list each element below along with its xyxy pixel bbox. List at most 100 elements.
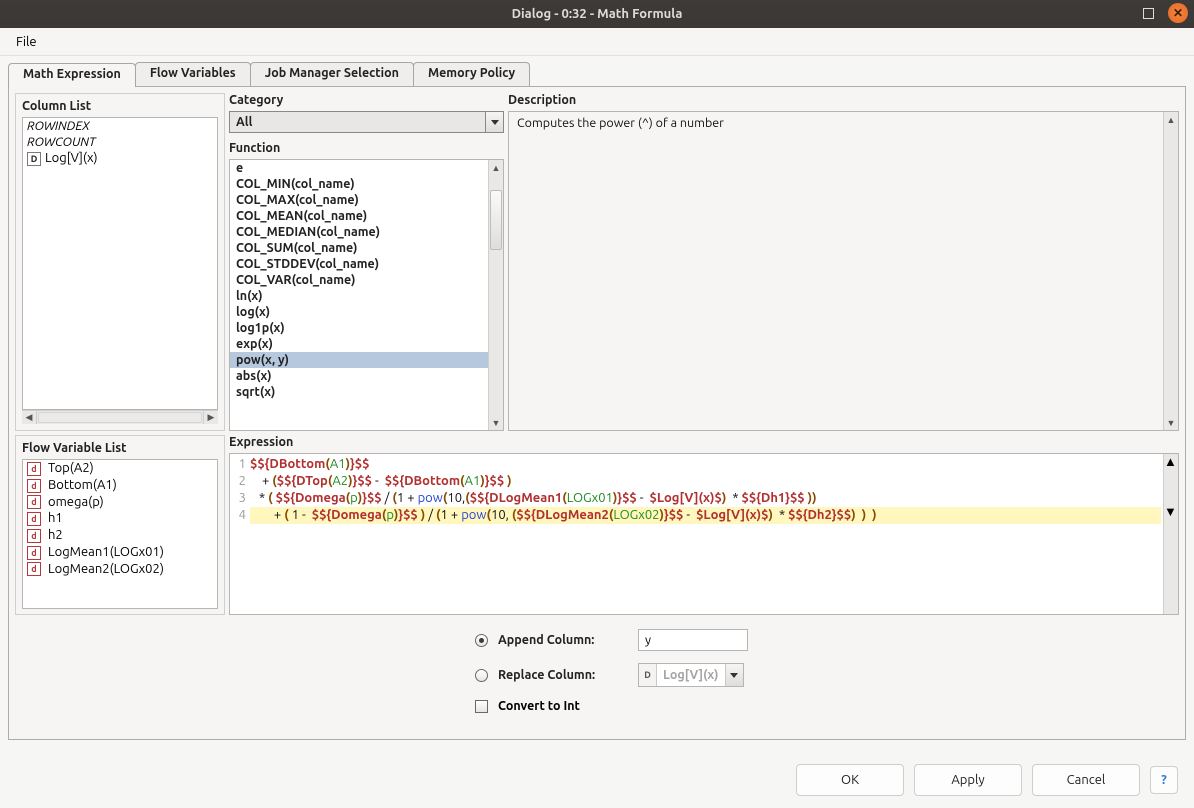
function-item[interactable]: COL_VAR(col_name) [230,272,488,288]
mid-section: Flow Variable List d Top(A2)d Bottom(A1)… [15,435,1179,615]
category-value[interactable]: All [229,111,486,133]
flow-variable-item[interactable]: d Top(A2) [23,460,217,477]
function-list-scrollbar[interactable]: ▲ ▼ [488,160,503,430]
ok-button[interactable]: OK [796,764,904,796]
list-item[interactable]: ROWCOUNT [23,134,217,150]
scroll-up-icon[interactable]: ▲ [1164,112,1178,127]
flow-variable-item[interactable]: d Bottom(A1) [23,477,217,494]
column-list-panel: Column List ROWINDEX ROWCOUNT DLog[V](x)… [15,93,225,431]
function-item[interactable]: exp(x) [230,336,488,352]
flow-variable-label: h2 [45,528,63,542]
tab-memory-policy[interactable]: Memory Policy [413,62,530,86]
function-item[interactable]: pow(x, y) [230,352,488,368]
flow-variable-label: h1 [45,511,63,525]
convert-to-int-label: Convert to Int [498,699,580,713]
function-item[interactable]: COL_MEDIAN(col_name) [230,224,488,240]
list-item[interactable]: ROWINDEX [23,118,217,134]
replace-column-label: Replace Column: [498,668,628,682]
category-select[interactable]: All [229,111,504,133]
flow-variable-icon: d [27,479,41,493]
flow-variable-item[interactable]: d LogMean1(LOGx01) [23,544,217,561]
description-text: Computes the power (^) of a number [509,112,1163,430]
scroll-down-icon[interactable]: ▼ [1164,415,1178,430]
function-item[interactable]: log(x) [230,304,488,320]
window-maximize-button[interactable] [1138,3,1158,23]
description-panel: Description Computes the power (^) of a … [508,93,1179,431]
scroll-thumb[interactable] [490,190,502,250]
expression-gutter: 1234 [230,454,248,614]
flow-variable-list[interactable]: d Top(A2)d Bottom(A1)d omega(p)d h1d h2d… [22,459,218,609]
description-scrollbar[interactable]: ▲ ▼ [1163,112,1178,430]
menu-file[interactable]: File [10,31,43,53]
flow-variable-label: Bottom(A1) [45,478,117,492]
flow-variable-icon: d [27,562,41,576]
scroll-down-icon[interactable]: ▼ [489,415,503,430]
scroll-up-icon[interactable]: ▲ [489,160,503,175]
scroll-right-icon[interactable]: ▶ [203,411,218,424]
list-item[interactable]: DLog[V](x) [23,150,217,167]
flow-variable-item[interactable]: d h2 [23,527,217,544]
app-body: Math Expression Flow Variables Job Manag… [0,56,1194,748]
flow-variable-item[interactable]: d omega(p) [23,494,217,511]
expression-title: Expression [229,435,1179,449]
category-function-panel: Category All Function eCOL_MIN(col_name)… [229,93,504,431]
category-dropdown-button[interactable] [486,111,504,133]
function-item[interactable]: ln(x) [230,288,488,304]
function-item[interactable]: e [230,160,488,176]
flow-variable-item[interactable]: d LogMean2(LOGx02) [23,561,217,578]
column-list-hscroll[interactable]: ◀ ▶ [22,410,218,424]
convert-to-int-checkbox[interactable] [475,700,488,713]
flow-variable-icon: d [27,529,41,543]
replace-column-combo[interactable]: D Log[V](x) [638,663,744,687]
scroll-down-icon[interactable]: ▼ [1164,504,1178,519]
help-icon: ? [1161,773,1167,787]
apply-button[interactable]: Apply [914,764,1022,796]
tab-job-manager[interactable]: Job Manager Selection [250,62,414,86]
function-item[interactable]: COL_MEAN(col_name) [230,208,488,224]
function-item[interactable]: COL_MIN(col_name) [230,176,488,192]
replace-column-row: Replace Column: D Log[V](x) [475,663,744,687]
flow-variable-label: omega(p) [45,495,104,509]
flow-variable-icon: d [27,462,41,476]
menubar: File [0,28,1194,56]
flow-variable-icon: d [27,546,41,560]
help-button[interactable]: ? [1150,766,1178,794]
expression-editor[interactable]: 1234 $${DBottom(A1)}$$ + ($${DTop(A2)}$$… [229,453,1179,615]
double-type-icon: D [27,152,41,166]
expression-code[interactable]: $${DBottom(A1)}$$ + ($${DTop(A2)}$$ - $$… [248,454,1163,614]
scroll-left-icon[interactable]: ◀ [22,411,37,424]
scroll-up-icon[interactable]: ▲ [1164,454,1178,469]
column-list[interactable]: ROWINDEX ROWCOUNT DLog[V](x) [22,117,218,410]
function-item[interactable]: log1p(x) [230,320,488,336]
chevron-down-icon [730,673,738,678]
scroll-track[interactable] [489,175,503,415]
append-column-label: Append Column: [498,633,628,647]
scroll-thumb[interactable] [1164,469,1178,504]
scroll-track[interactable] [1164,127,1178,415]
description-area: Computes the power (^) of a number ▲ ▼ [508,111,1179,431]
function-item[interactable]: abs(x) [230,368,488,384]
tab-strip: Math Expression Flow Variables Job Manag… [8,62,1186,86]
append-column-input[interactable] [638,629,748,651]
flow-variable-item[interactable]: d h1 [23,510,217,527]
function-item[interactable]: COL_SUM(col_name) [230,240,488,256]
double-type-icon: D [639,664,657,686]
replace-column-dropdown-button[interactable] [725,664,743,686]
function-item[interactable]: COL_MAX(col_name) [230,192,488,208]
replace-column-radio[interactable] [475,669,488,682]
flow-variable-label: LogMean2(LOGx02) [45,562,164,576]
tab-math-expression[interactable]: Math Expression [8,63,136,87]
append-column-radio[interactable] [475,634,488,647]
function-item[interactable]: sqrt(x) [230,384,488,400]
scroll-thumb[interactable] [38,412,202,423]
tab-panel: Column List ROWINDEX ROWCOUNT DLog[V](x)… [8,86,1186,740]
expression-scrollbar[interactable]: ▲ ▼ [1163,454,1178,614]
window-close-button[interactable]: ✕ [1168,3,1188,23]
function-item[interactable]: COL_STDDEV(col_name) [230,256,488,272]
cancel-button[interactable]: Cancel [1032,764,1140,796]
flow-variable-label: LogMean1(LOGx01) [45,545,164,559]
function-list[interactable]: eCOL_MIN(col_name)COL_MAX(col_name)COL_M… [229,159,504,431]
tab-flow-variables[interactable]: Flow Variables [135,62,251,86]
window-minimize-button[interactable] [1108,3,1128,23]
scroll-track[interactable] [1164,469,1178,504]
